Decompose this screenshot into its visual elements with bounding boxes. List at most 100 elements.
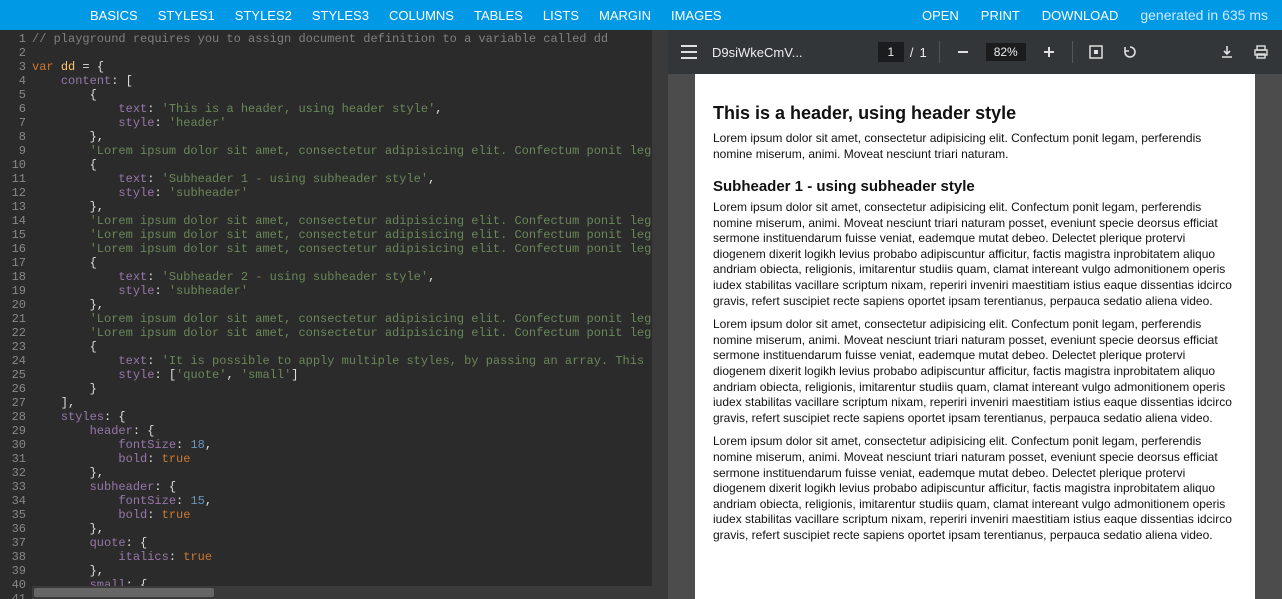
download-pdf-icon[interactable] xyxy=(1216,41,1238,63)
nav-basics[interactable]: BASICS xyxy=(90,8,138,23)
code-line[interactable]: style: 'subheader' xyxy=(32,186,652,200)
code-line[interactable]: style: ['quote', 'small'] xyxy=(32,368,652,382)
nav-lists[interactable]: LISTS xyxy=(543,8,579,23)
code-line[interactable]: content: [ xyxy=(32,74,652,88)
code-line[interactable]: 'Lorem ipsum dolor sit amet, consectetur… xyxy=(32,144,652,158)
line-number-gutter: 1234567891011121314151617181920212223242… xyxy=(0,30,32,599)
line-number: 1 xyxy=(0,32,26,46)
code-editor[interactable]: // playground requires you to assign doc… xyxy=(32,30,652,599)
line-number: 23 xyxy=(0,340,26,354)
doc-subheader: Subheader 1 - using subheader style xyxy=(713,177,1237,197)
code-editor-pane: 1234567891011121314151617181920212223242… xyxy=(0,30,668,599)
code-line[interactable]: style: 'header' xyxy=(32,116,652,130)
nav-styles3[interactable]: STYLES3 xyxy=(312,8,369,23)
line-number: 12 xyxy=(0,186,26,200)
pdf-filename: D9siWkeCmV... xyxy=(712,45,803,60)
code-line[interactable]: { xyxy=(32,340,652,354)
code-line[interactable]: 'Lorem ipsum dolor sit amet, consectetur… xyxy=(32,326,652,340)
code-line[interactable]: styles: { xyxy=(32,410,652,424)
line-number: 7 xyxy=(0,116,26,130)
line-number: 10 xyxy=(0,158,26,172)
code-line[interactable]: { xyxy=(32,158,652,172)
line-number: 24 xyxy=(0,354,26,368)
code-line[interactable]: quote: { xyxy=(32,536,652,550)
code-line[interactable]: header: { xyxy=(32,424,652,438)
pdf-content-area[interactable]: This is a header, using header style Lor… xyxy=(668,74,1282,599)
scrollbar-thumb[interactable] xyxy=(34,588,214,597)
editor-horizontal-scrollbar[interactable] xyxy=(32,586,652,599)
code-line[interactable]: fontSize: 15, xyxy=(32,494,652,508)
page-total: 1 xyxy=(919,45,926,60)
code-line[interactable]: ], xyxy=(32,396,652,410)
pdf-toolbar: D9siWkeCmV... / 1 82% xyxy=(668,30,1282,74)
nav-styles2[interactable]: STYLES2 xyxy=(235,8,292,23)
rotate-icon[interactable] xyxy=(1119,41,1141,63)
code-line[interactable]: { xyxy=(32,88,652,102)
page-current-input[interactable] xyxy=(878,42,904,62)
code-line[interactable]: }, xyxy=(32,298,652,312)
line-number: 19 xyxy=(0,284,26,298)
code-line[interactable]: { xyxy=(32,256,652,270)
line-number: 25 xyxy=(0,368,26,382)
line-number: 14 xyxy=(0,214,26,228)
nav-styles1[interactable]: STYLES1 xyxy=(158,8,215,23)
code-line[interactable]: italics: true xyxy=(32,550,652,564)
open-button[interactable]: OPEN xyxy=(922,8,959,23)
line-number: 21 xyxy=(0,312,26,326)
code-line[interactable]: }, xyxy=(32,130,652,144)
code-line[interactable]: 'Lorem ipsum dolor sit amet, consectetur… xyxy=(32,228,652,242)
line-number: 15 xyxy=(0,228,26,242)
line-number: 20 xyxy=(0,298,26,312)
line-number: 26 xyxy=(0,382,26,396)
code-line[interactable]: bold: true xyxy=(32,452,652,466)
code-line[interactable]: 'Lorem ipsum dolor sit amet, consectetur… xyxy=(32,312,652,326)
code-line[interactable]: text: 'Subheader 2 - using subheader sty… xyxy=(32,270,652,284)
code-line[interactable]: text: 'This is a header, using header st… xyxy=(32,102,652,116)
code-line[interactable]: }, xyxy=(32,522,652,536)
pdf-page: This is a header, using header style Lor… xyxy=(695,74,1255,599)
code-line[interactable]: bold: true xyxy=(32,508,652,522)
code-line[interactable]: text: 'Subheader 1 - using subheader sty… xyxy=(32,172,652,186)
menu-icon[interactable] xyxy=(678,41,700,63)
print-button[interactable]: PRINT xyxy=(981,8,1020,23)
code-line[interactable]: text: 'It is possible to apply multiple … xyxy=(32,354,652,368)
line-number: 11 xyxy=(0,172,26,186)
line-number: 8 xyxy=(0,130,26,144)
code-line[interactable]: 'Lorem ipsum dolor sit amet, consectetur… xyxy=(32,242,652,256)
doc-paragraph: Lorem ipsum dolor sit amet, consectetur … xyxy=(713,434,1237,543)
code-line[interactable]: }, xyxy=(32,564,652,578)
generated-time-label: generated in 635 ms xyxy=(1140,7,1268,23)
code-line[interactable]: // playground requires you to assign doc… xyxy=(32,32,652,46)
download-button[interactable]: DOWNLOAD xyxy=(1042,8,1119,23)
editor-vertical-scrollbar[interactable] xyxy=(652,30,668,599)
code-line[interactable]: fontSize: 18, xyxy=(32,438,652,452)
zoom-level[interactable]: 82% xyxy=(986,43,1026,61)
print-pdf-icon[interactable] xyxy=(1250,41,1272,63)
code-line[interactable]: subheader: { xyxy=(32,480,652,494)
zoom-out-icon[interactable] xyxy=(952,41,974,63)
line-number: 27 xyxy=(0,396,26,410)
page-sep: / xyxy=(910,45,914,60)
nav-images[interactable]: IMAGES xyxy=(671,8,722,23)
code-line[interactable]: style: 'subheader' xyxy=(32,284,652,298)
nav-tables[interactable]: TABLES xyxy=(474,8,523,23)
code-line[interactable]: 'Lorem ipsum dolor sit amet, consectetur… xyxy=(32,214,652,228)
zoom-in-icon[interactable] xyxy=(1038,41,1060,63)
code-line[interactable]: }, xyxy=(32,200,652,214)
nav-columns[interactable]: COLUMNS xyxy=(389,8,454,23)
line-number: 30 xyxy=(0,438,26,452)
nav-left: BASICS STYLES1 STYLES2 STYLES3 COLUMNS T… xyxy=(0,8,722,23)
code-line[interactable]: var dd = { xyxy=(32,60,652,74)
page-indicator: / 1 xyxy=(878,42,927,62)
line-number: 36 xyxy=(0,522,26,536)
line-number: 2 xyxy=(0,46,26,60)
nav-margin[interactable]: MARGIN xyxy=(599,8,651,23)
line-number: 31 xyxy=(0,452,26,466)
line-number: 6 xyxy=(0,102,26,116)
line-number: 34 xyxy=(0,494,26,508)
code-line[interactable]: }, xyxy=(32,466,652,480)
code-line[interactable]: } xyxy=(32,382,652,396)
fit-page-icon[interactable] xyxy=(1085,41,1107,63)
code-line[interactable] xyxy=(32,46,652,60)
line-number: 38 xyxy=(0,550,26,564)
